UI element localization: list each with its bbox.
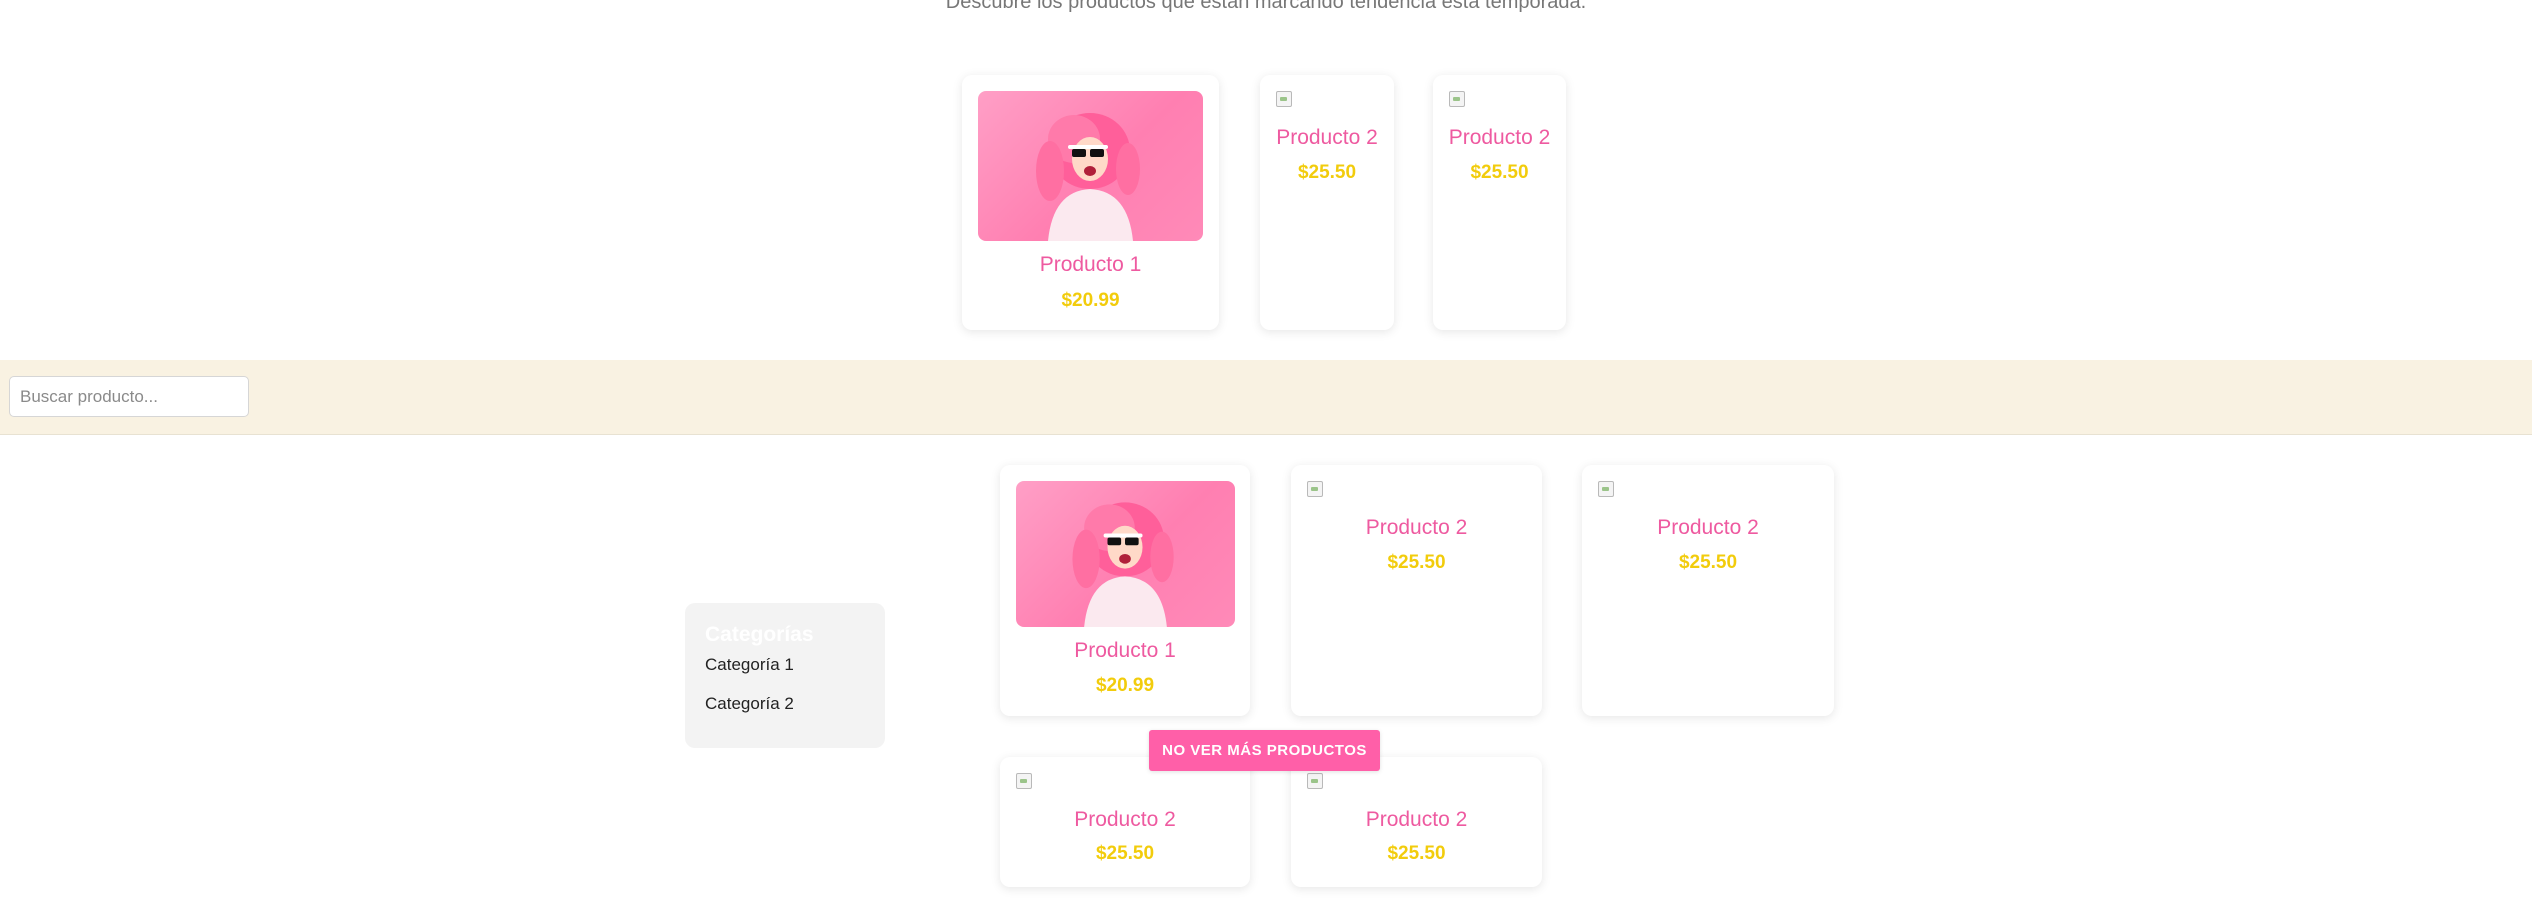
product-name: Producto 2 [1365,808,1468,831]
product-name: Producto 2 [1657,516,1759,539]
product-price: $25.50 [1387,843,1446,864]
product-name: Producto 2 [1448,126,1551,149]
catalog-product-card[interactable]: Producto 2 $25.50 [1291,757,1542,887]
sidebar-title: Categorías [705,623,814,646]
catalog-product-card[interactable]: Producto 2 $25.50 [1291,465,1542,716]
product-price: $25.50 [1470,162,1529,183]
product-price: $25.50 [1387,552,1446,573]
product-price: $25.50 [1095,843,1155,864]
product-price: $20.99 [1095,675,1155,696]
featured-product-card[interactable]: Producto 2 $25.50 [1433,75,1566,330]
broken-image-icon [1016,773,1032,789]
categories-sidebar: Categorías Categoría 1 Categoría 2 [685,603,885,748]
search-bar-section [0,360,2532,435]
product-image [1016,481,1235,627]
catalog-product-card[interactable]: Producto 2 $25.50 [1000,757,1250,887]
broken-image-icon [1307,773,1323,789]
product-name: Producto 2 [1365,516,1468,539]
sidebar-item-categoria-1[interactable]: Categoría 1 [705,655,794,675]
sidebar-item-categoria-2[interactable]: Categoría 2 [705,694,794,714]
catalog-product-card[interactable]: Producto 2 $25.50 [1582,465,1834,716]
product-name: Producto 2 [1074,808,1176,831]
catalog-product-card[interactable]: Producto 1 $20.99 [1000,465,1250,716]
product-price: $25.50 [1297,162,1357,183]
product-name: Producto 2 [1276,126,1378,149]
broken-image-icon [1276,91,1292,107]
featured-product-card[interactable]: Producto 2 $25.50 [1260,75,1394,330]
featured-product-card[interactable]: Producto 1 $20.99 [962,75,1219,330]
product-name: Producto 1 [1039,253,1142,276]
product-name: Producto 1 [1074,639,1176,662]
product-price: $20.99 [1061,290,1120,311]
broken-image-icon [1449,91,1465,107]
show-less-products-button[interactable]: NO VER MÁS PRODUCTOS [1149,730,1380,771]
page-subtitle: Descubre los productos que están marcand… [945,0,1587,13]
broken-image-icon [1598,481,1614,497]
search-input[interactable] [9,376,249,417]
product-image [978,91,1203,241]
product-price: $25.50 [1678,552,1738,573]
broken-image-icon [1307,481,1323,497]
